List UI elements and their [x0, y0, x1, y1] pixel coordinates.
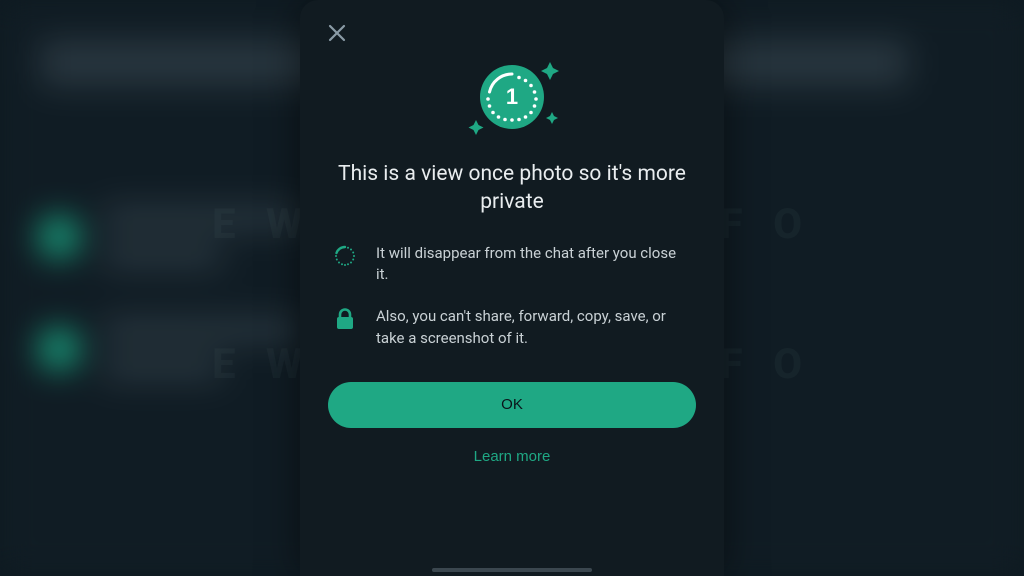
- close-icon: [328, 24, 346, 42]
- view-once-sparkle-icon: 1: [452, 52, 572, 142]
- feature-lock: Also, you can't share, forward, copy, sa…: [332, 306, 692, 350]
- hero-illustration: 1: [326, 52, 698, 142]
- feature-text: Also, you can't share, forward, copy, sa…: [376, 306, 692, 350]
- feature-text: It will disappear from the chat after yo…: [376, 243, 692, 287]
- view-once-modal: 1 This is a view once photo so it's more…: [300, 0, 724, 576]
- ok-button[interactable]: OK: [328, 382, 696, 428]
- learn-more-link[interactable]: Learn more: [474, 448, 551, 465]
- feature-disappear: It will disappear from the chat after yo…: [332, 243, 692, 287]
- svg-text:1: 1: [506, 84, 518, 109]
- modal-title: This is a view once photo so it's more p…: [332, 160, 692, 217]
- learn-more-label: Learn more: [474, 448, 551, 465]
- loading-dots-icon: [334, 245, 356, 267]
- lock-icon: [335, 308, 355, 330]
- ok-button-label: OK: [501, 396, 523, 413]
- home-indicator: [432, 568, 592, 572]
- close-button[interactable]: [326, 22, 348, 44]
